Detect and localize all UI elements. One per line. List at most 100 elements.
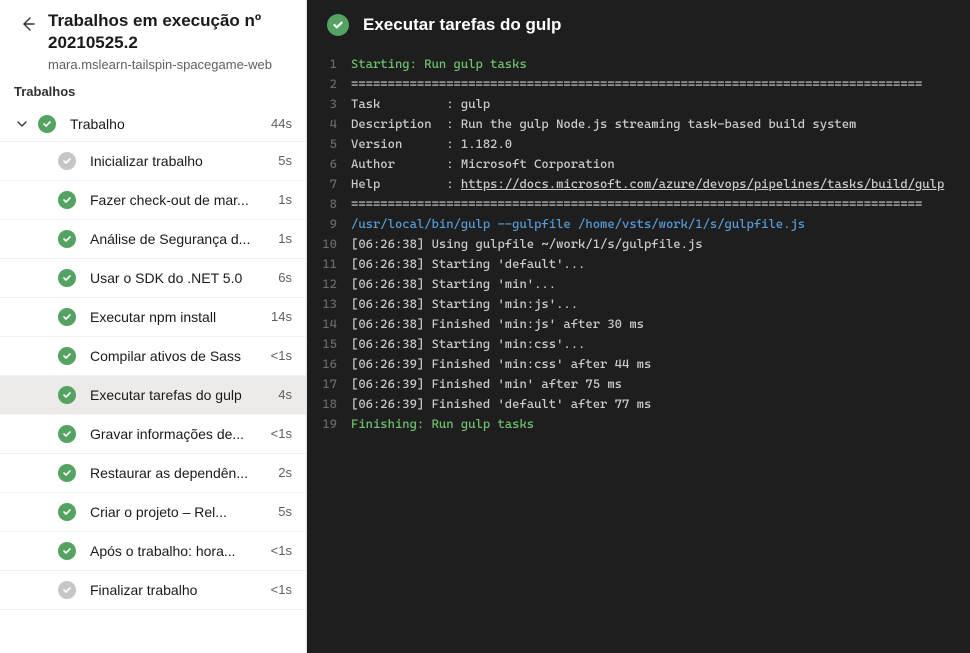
- step-duration: 5s: [272, 153, 292, 168]
- step-label: Fazer check-out de mar...: [90, 192, 272, 208]
- job-group-label: Trabalho: [70, 116, 265, 132]
- log-line: 1Starting: Run gulp tasks: [307, 54, 970, 74]
- step-label: Executar tarefas do gulp: [90, 387, 272, 403]
- line-number: 12: [307, 274, 351, 294]
- line-content: /usr/local/bin/gulp --gulpfile /home/vst…: [351, 214, 970, 234]
- sidebar-header: Trabalhos em execução nº 20210525.2 mara…: [0, 0, 306, 80]
- success-icon: [58, 347, 76, 365]
- success-icon: [327, 14, 349, 36]
- arrow-left-icon: [20, 16, 36, 37]
- step-row[interactable]: Restaurar as dependên...2s: [0, 454, 306, 493]
- step-duration: 4s: [272, 387, 292, 402]
- line-content: Version : 1.182.0: [351, 134, 970, 154]
- log-line: 11[06:26:38] Starting 'default'...: [307, 254, 970, 274]
- job-group-row[interactable]: Trabalho 44s: [0, 107, 306, 142]
- log-line: 19Finishing: Run gulp tasks: [307, 414, 970, 434]
- step-label: Gravar informações de...: [90, 426, 265, 442]
- step-duration: 5s: [272, 504, 292, 519]
- step-row[interactable]: Análise de Segurança d...1s: [0, 220, 306, 259]
- back-button[interactable]: [14, 12, 42, 40]
- breadcrumb[interactable]: mara.mslearn-tailspin-spacegame-web: [48, 56, 292, 74]
- step-label: Finalizar trabalho: [90, 582, 265, 598]
- log-line: 3Task : gulp: [307, 94, 970, 114]
- help-prefix: Help :: [351, 176, 461, 191]
- line-content: Help : https://docs.microsoft.com/azure/…: [351, 174, 970, 194]
- log-line: 12[06:26:38] Starting 'min'...: [307, 274, 970, 294]
- step-row[interactable]: Finalizar trabalho<1s: [0, 571, 306, 610]
- line-content: Finishing: Run gulp tasks: [351, 414, 970, 434]
- help-link[interactable]: https://docs.microsoft.com/azure/devops/…: [461, 176, 944, 191]
- line-content: ========================================…: [351, 194, 970, 214]
- line-number: 9: [307, 214, 351, 234]
- line-content: [06:26:39] Finished 'default' after 77 m…: [351, 394, 970, 414]
- success-icon: [58, 464, 76, 482]
- step-row[interactable]: Inicializar trabalho5s: [0, 142, 306, 181]
- step-duration: 2s: [272, 465, 292, 480]
- log-line: 15[06:26:38] Starting 'min:css'...: [307, 334, 970, 354]
- step-label: Criar o projeto – Rel...: [90, 504, 272, 520]
- line-content: [06:26:38] Finished 'min:js' after 30 ms: [351, 314, 970, 334]
- step-row[interactable]: Compilar ativos de Sass<1s: [0, 337, 306, 376]
- step-label: Inicializar trabalho: [90, 153, 272, 169]
- line-number: 16: [307, 354, 351, 374]
- line-number: 2: [307, 74, 351, 94]
- step-row[interactable]: Executar npm install14s: [0, 298, 306, 337]
- line-number: 10: [307, 234, 351, 254]
- log-line: 9/usr/local/bin/gulp --gulpfile /home/vs…: [307, 214, 970, 234]
- step-row[interactable]: Criar o projeto – Rel...5s: [0, 493, 306, 532]
- line-number: 8: [307, 194, 351, 214]
- run-title: Trabalhos em execução nº 20210525.2: [48, 10, 292, 54]
- log-line: 17[06:26:39] Finished 'min' after 75 ms: [307, 374, 970, 394]
- line-content: [06:26:39] Finished 'min:css' after 44 m…: [351, 354, 970, 374]
- line-number: 5: [307, 134, 351, 154]
- log-header: Executar tarefas do gulp: [307, 0, 970, 54]
- line-content: [06:26:39] Finished 'min' after 75 ms: [351, 374, 970, 394]
- log-line: 10[06:26:38] Using gulpfile ~/work/1/s/g…: [307, 234, 970, 254]
- step-label: Restaurar as dependên...: [90, 465, 272, 481]
- success-icon: [58, 269, 76, 287]
- line-content: Author : Microsoft Corporation: [351, 154, 970, 174]
- log-line: 8=======================================…: [307, 194, 970, 214]
- success-icon: [38, 115, 56, 133]
- line-number: 7: [307, 174, 351, 194]
- success-icon: [58, 386, 76, 404]
- log-line: 6Author : Microsoft Corporation: [307, 154, 970, 174]
- step-label: Análise de Segurança d...: [90, 231, 272, 247]
- step-label: Após o trabalho: hora...: [90, 543, 265, 559]
- line-content: ========================================…: [351, 74, 970, 94]
- success-icon: [58, 230, 76, 248]
- step-row[interactable]: Gravar informações de...<1s: [0, 415, 306, 454]
- success-icon: [58, 503, 76, 521]
- step-duration: <1s: [265, 582, 292, 597]
- line-content: [06:26:38] Starting 'min'...: [351, 274, 970, 294]
- line-number: 6: [307, 154, 351, 174]
- step-label: Usar o SDK do .NET 5.0: [90, 270, 272, 286]
- line-content: [06:26:38] Using gulpfile ~/work/1/s/gul…: [351, 234, 970, 254]
- log-line: 5Version : 1.182.0: [307, 134, 970, 154]
- line-content: Description : Run the gulp Node.js strea…: [351, 114, 970, 134]
- log-line: 7Help : https://docs.microsoft.com/azure…: [307, 174, 970, 194]
- step-row[interactable]: Executar tarefas do gulp4s: [0, 376, 306, 415]
- line-number: 15: [307, 334, 351, 354]
- success-icon: [58, 308, 76, 326]
- log-output[interactable]: 1Starting: Run gulp tasks2==============…: [307, 54, 970, 653]
- log-line: 13[06:26:38] Starting 'min:js'...: [307, 294, 970, 314]
- step-duration: <1s: [265, 348, 292, 363]
- log-title: Executar tarefas do gulp: [363, 15, 561, 35]
- step-duration: <1s: [265, 543, 292, 558]
- log-panel: Executar tarefas do gulp 1Starting: Run …: [307, 0, 970, 653]
- line-number: 4: [307, 114, 351, 134]
- section-label: Trabalhos: [0, 80, 306, 107]
- step-row[interactable]: Após o trabalho: hora...<1s: [0, 532, 306, 571]
- step-row[interactable]: Usar o SDK do .NET 5.06s: [0, 259, 306, 298]
- step-row[interactable]: Fazer check-out de mar...1s: [0, 181, 306, 220]
- line-content: Starting: Run gulp tasks: [351, 54, 970, 74]
- line-content: [06:26:38] Starting 'min:js'...: [351, 294, 970, 314]
- success-icon: [58, 425, 76, 443]
- step-duration: 6s: [272, 270, 292, 285]
- sidebar: Trabalhos em execução nº 20210525.2 mara…: [0, 0, 307, 653]
- steps-list: Inicializar trabalho5sFazer check-out de…: [0, 142, 306, 610]
- line-number: 3: [307, 94, 351, 114]
- success-icon: [58, 191, 76, 209]
- step-label: Compilar ativos de Sass: [90, 348, 265, 364]
